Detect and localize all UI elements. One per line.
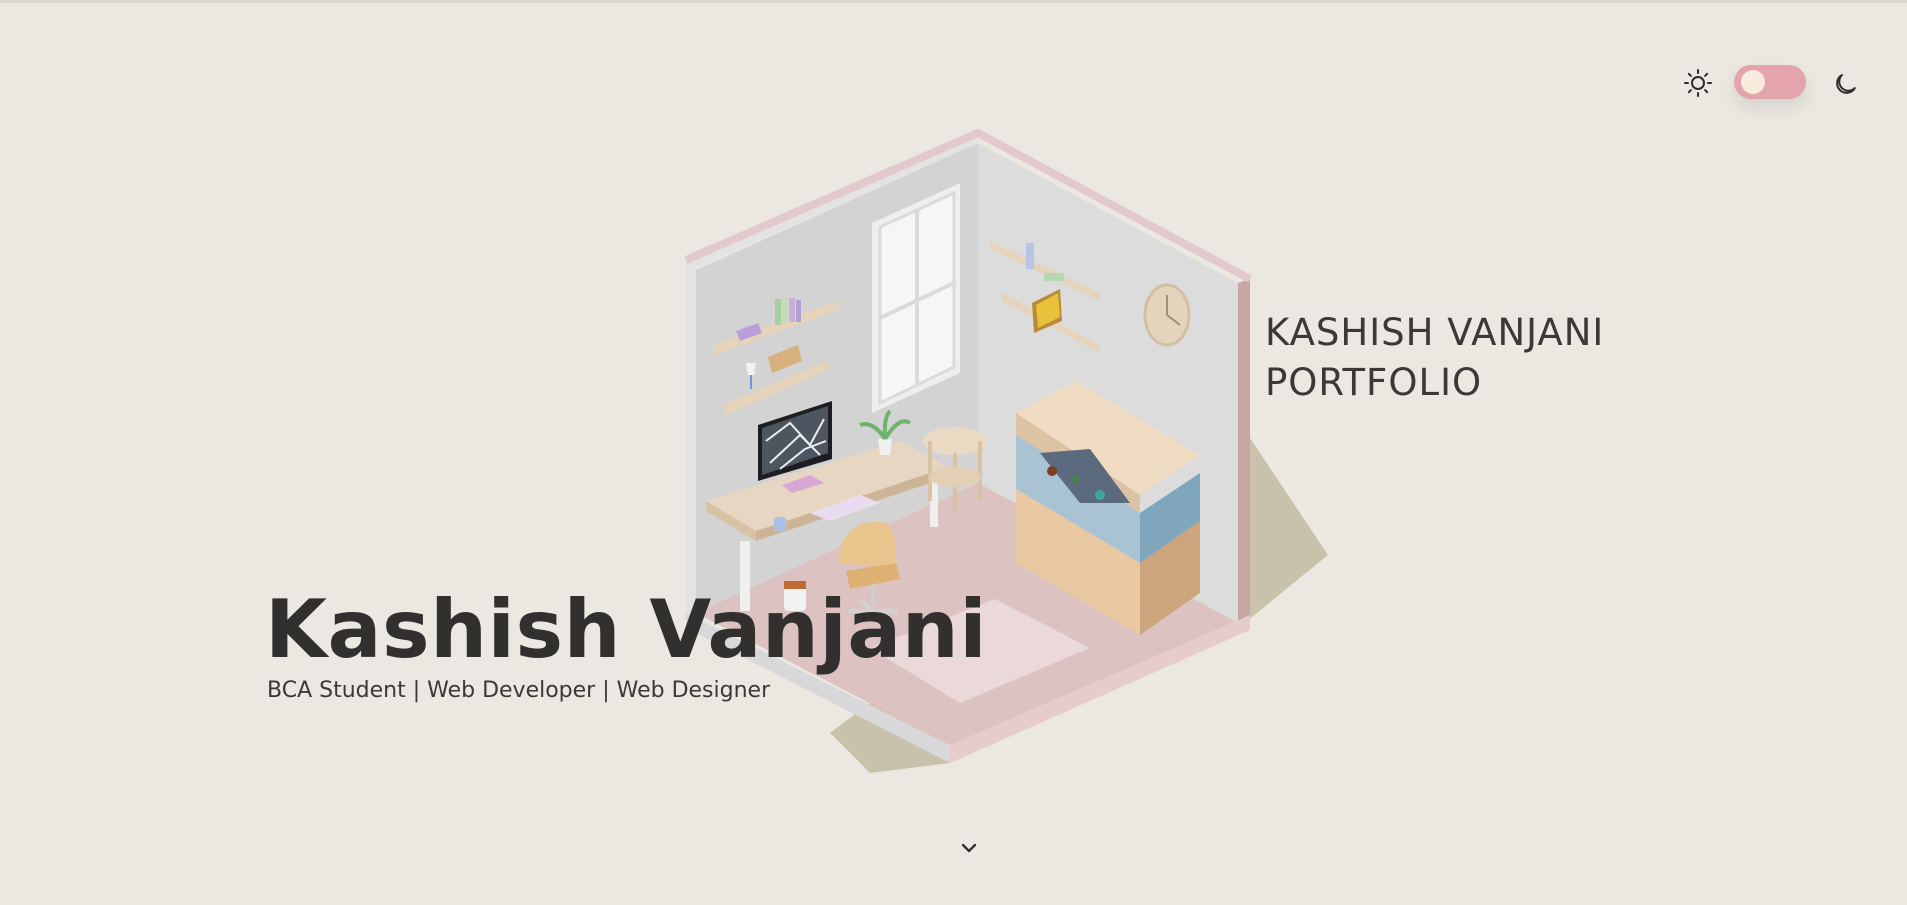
hero-page: KASHISH VANJANI PORTFOLIO Kashish Vanjan… xyxy=(0,0,1907,905)
hero-subtitle: BCA Student | Web Developer | Web Design… xyxy=(267,678,771,703)
portfolio-title-line2: PORTFOLIO xyxy=(1265,361,1483,404)
sun-icon[interactable] xyxy=(1683,68,1713,98)
portfolio-title-line1: KASHISH VANJANI xyxy=(1265,311,1605,354)
theme-toggle-knob xyxy=(1741,70,1765,94)
theme-toggle xyxy=(1683,65,1856,101)
portfolio-title: KASHISH VANJANI PORTFOLIO xyxy=(1265,308,1604,408)
chevron-down-icon[interactable] xyxy=(958,837,980,859)
hero-name: Kashish Vanjani xyxy=(265,583,988,676)
theme-toggle-switch[interactable] xyxy=(1734,65,1806,99)
moon-icon[interactable] xyxy=(1835,70,1861,96)
